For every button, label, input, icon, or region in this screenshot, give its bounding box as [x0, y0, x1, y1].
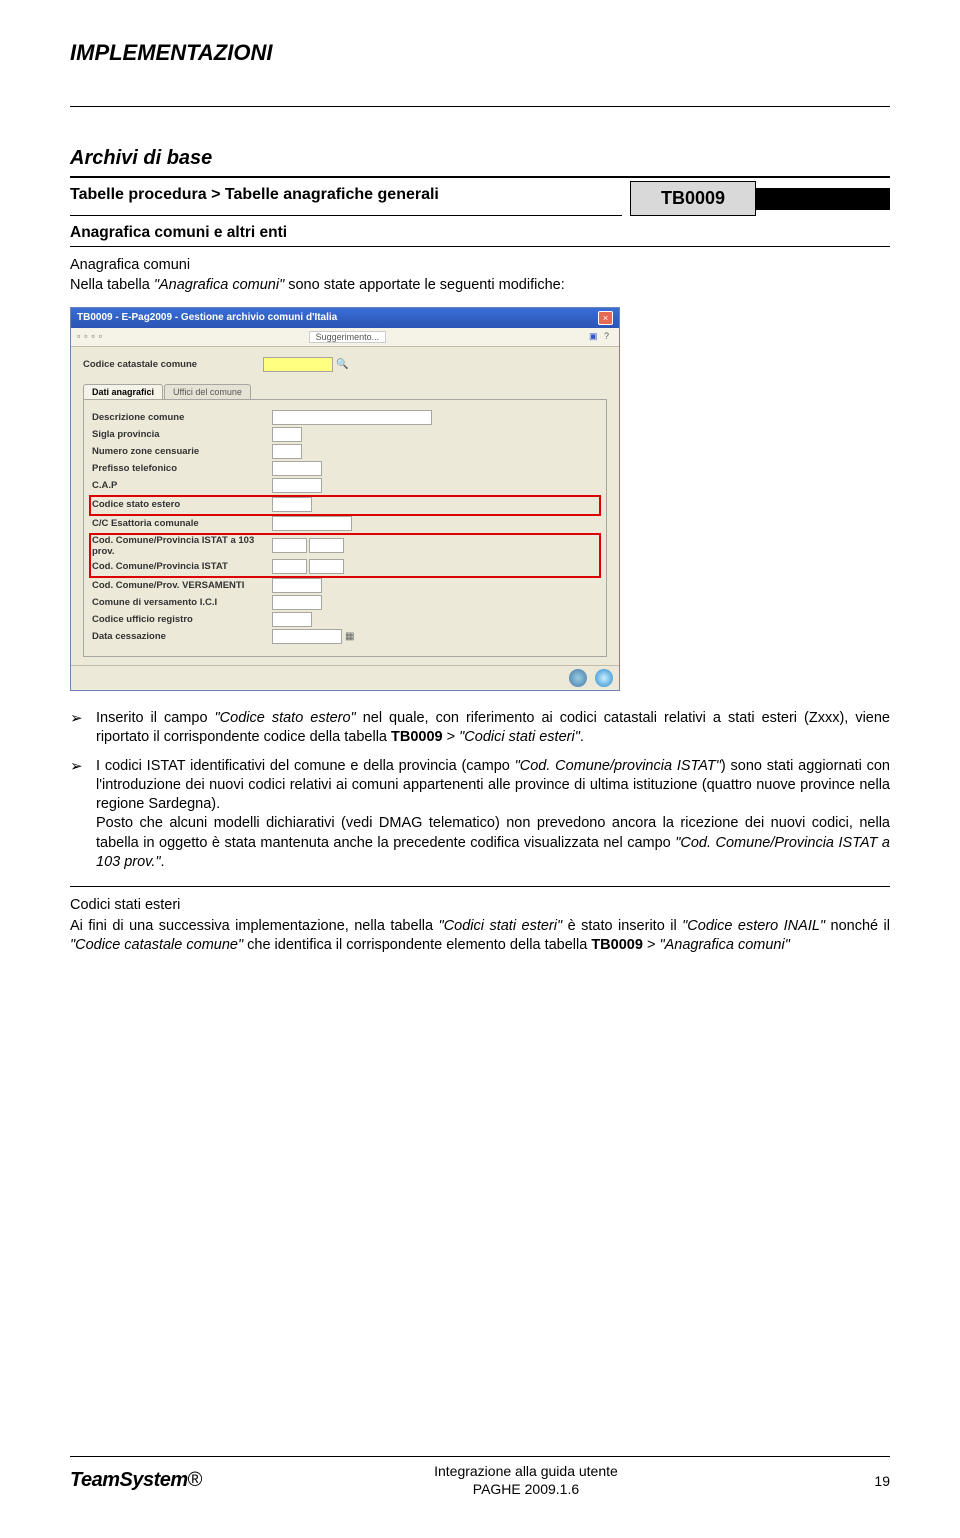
toolbar-right-icons: ▣ ? — [589, 331, 613, 343]
label-sigla: Sigla provincia — [92, 429, 272, 440]
footer-rule — [70, 1456, 890, 1457]
intro-prefix: Nella tabella — [70, 277, 154, 293]
title-rule — [70, 106, 890, 107]
input-data-cess[interactable] — [272, 629, 342, 644]
page-number: 19 — [850, 1473, 890, 1489]
field-label-catastale: Codice catastale comune — [83, 359, 263, 370]
block-heading: Anagrafica comuni — [70, 257, 890, 273]
input-esattoria[interactable] — [272, 516, 352, 531]
tab-dati-anagrafici[interactable]: Dati anagrafici — [83, 384, 163, 399]
toolbar-icons: ▫▫▫▫ — [77, 331, 106, 343]
bullet-item-2: ➢ I codici ISTAT identificativi del comu… — [70, 757, 890, 872]
input-prefisso[interactable] — [272, 461, 322, 476]
section-rule — [70, 176, 890, 178]
input-istat-b[interactable] — [309, 559, 344, 574]
label-data-cess: Data cessazione — [92, 631, 272, 642]
close-icon[interactable]: × — [598, 311, 613, 325]
p2-t2: è stato inserito il — [562, 918, 682, 934]
p2-q4: "Anagrafica comuni" — [659, 937, 789, 953]
label-istat: Cod. Comune/Provincia ISTAT — [92, 561, 272, 572]
input-stato-estero[interactable] — [272, 497, 312, 512]
p2-t1: Ai fini di una successiva implementazion… — [70, 918, 439, 934]
block2-paragraph: Ai fini di una successiva implementazion… — [70, 917, 890, 955]
label-desc: Descrizione comune — [92, 412, 272, 423]
label-versamenti: Cod. Comune/Prov. VERSAMENTI — [92, 580, 272, 591]
field-input-catastale[interactable] — [263, 357, 333, 372]
b1-b1: TB0009 — [391, 729, 443, 745]
input-desc[interactable] — [272, 410, 432, 425]
b1-t1: Inserito il campo — [96, 710, 215, 726]
bullet-arrow-icon: ➢ — [70, 757, 96, 872]
window-title: TB0009 - E-Pag2009 - Gestione archivio c… — [77, 312, 337, 323]
label-esattoria: C/C Esattoria comunale — [92, 518, 272, 529]
subsection-title: Anagrafica comuni e altri enti — [70, 224, 890, 242]
input-istat103-a[interactable] — [272, 538, 307, 553]
tab-uffici[interactable]: Uffici del comune — [164, 384, 251, 399]
p2-q3: "Codice catastale comune" — [70, 937, 243, 953]
highlight-box-1: Codice stato estero — [89, 495, 601, 516]
b2-p3: . — [161, 854, 165, 870]
p2-b1: TB0009 — [591, 937, 643, 953]
intro-suffix: sono state apportate le seguenti modific… — [284, 277, 565, 293]
intro-quoted: "Anagrafica comuni" — [154, 277, 284, 293]
screenshot-tabs: Dati anagrafici Uffici del comune — [83, 384, 607, 399]
page-footer: TeamSystem® Integrazione alla guida uten… — [70, 1456, 890, 1498]
p2-t5: > — [643, 937, 660, 953]
b1-t3: > — [443, 729, 460, 745]
divider-rule — [70, 886, 890, 887]
logo: TeamSystem® — [70, 1469, 202, 1492]
page-title: IMPLEMENTAZIONI — [70, 40, 890, 66]
breadcrumb: Tabelle procedura > Tabelle anagrafiche … — [70, 181, 622, 216]
calendar-icon[interactable]: ▦ — [345, 631, 354, 642]
b1-t4: . — [580, 729, 584, 745]
code-badge: TB0009 — [630, 181, 756, 216]
highlight-box-2: Cod. Comune/Provincia ISTAT a 103 prov. … — [89, 533, 601, 578]
section-title: Archivi di base — [70, 147, 890, 170]
input-istat-a[interactable] — [272, 559, 307, 574]
search-icon[interactable]: 🔍 — [336, 359, 348, 370]
b2-q1: "Cod. Comune/provincia ISTAT" — [515, 758, 721, 774]
screenshot-window: TB0009 - E-Pag2009 - Gestione archivio c… — [70, 307, 620, 691]
label-ufficio-reg: Codice ufficio registro — [92, 614, 272, 625]
code-badge-bar — [756, 188, 890, 210]
tab-panel: Descrizione comune Sigla provincia Numer… — [83, 399, 607, 657]
label-cap: C.A.P — [92, 480, 272, 491]
toolbar-hint: Suggerimento... — [309, 331, 387, 343]
bullet-arrow-icon: ➢ — [70, 709, 96, 747]
p2-t3: nonché il — [825, 918, 890, 934]
input-istat103-b[interactable] — [309, 538, 344, 553]
b1-q2: "Codici stati esteri" — [459, 729, 580, 745]
bullet-item-1: ➢ Inserito il campo "Codice stato estero… — [70, 709, 890, 747]
p2-q2: "Codice estero INAIL" — [682, 918, 825, 934]
label-zone: Numero zone censuarie — [92, 446, 272, 457]
footer-line2: PAGHE 2009.1.6 — [202, 1481, 850, 1499]
input-ufficio-reg[interactable] — [272, 612, 312, 627]
b1-q1: "Codice stato estero" — [215, 710, 356, 726]
input-zone[interactable] — [272, 444, 302, 459]
input-versamenti[interactable] — [272, 578, 322, 593]
footer-line1: Integrazione alla guida utente — [202, 1463, 850, 1481]
b2-t1: I codici ISTAT identificativi del comune… — [96, 758, 515, 774]
label-prefisso: Prefisso telefonico — [92, 463, 272, 474]
status-icon-2[interactable] — [595, 669, 613, 687]
label-istat103: Cod. Comune/Provincia ISTAT a 103 prov. — [92, 535, 272, 557]
label-comune-vers: Comune di versamento I.C.I — [92, 597, 272, 608]
p2-q1: "Codici stati esteri" — [439, 918, 563, 934]
block2-heading: Codici stati esteri — [70, 897, 890, 913]
screenshot-titlebar: TB0009 - E-Pag2009 - Gestione archivio c… — [71, 308, 619, 328]
footer-center: Integrazione alla guida utente PAGHE 200… — [202, 1463, 850, 1498]
status-icon-1[interactable] — [569, 669, 587, 687]
status-bar — [71, 665, 619, 690]
label-stato-estero: Codice stato estero — [92, 499, 272, 510]
input-cap[interactable] — [272, 478, 322, 493]
intro-line: Nella tabella "Anagrafica comuni" sono s… — [70, 276, 890, 295]
subsection-rule — [70, 246, 890, 247]
input-sigla[interactable] — [272, 427, 302, 442]
p2-t4: che identifica il corrispondente element… — [243, 937, 591, 953]
input-comune-vers[interactable] — [272, 595, 322, 610]
screenshot-toolbar: ▫▫▫▫ Suggerimento... ▣ ? — [71, 328, 619, 347]
